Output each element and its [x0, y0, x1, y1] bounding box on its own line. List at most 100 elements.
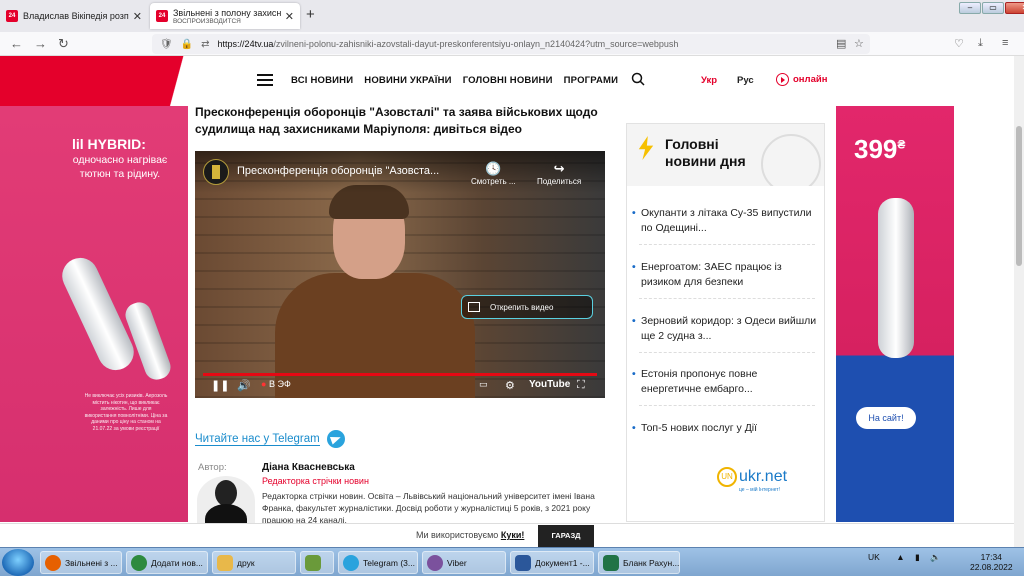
site-logo[interactable]: 24 КАНАЛ [0, 56, 248, 106]
system-clock[interactable]: 17:34 22.08.2022 [970, 552, 1013, 572]
telegram-icon [343, 554, 359, 571]
taskbar-item-word[interactable]: Документ1 -... [510, 551, 594, 574]
back-icon[interactable]: ← [10, 36, 23, 51]
url-path: /zvilneni-polonu-zahisniki-azovstali-day… [273, 39, 679, 49]
volume-icon[interactable]: 🔊 [237, 379, 251, 392]
news-watermark-logo [761, 134, 821, 186]
pip-icon [468, 302, 480, 312]
pause-icon[interactable]: ❚❚ [211, 379, 229, 392]
news-item[interactable]: Окупанти з літака Су-35 випустили по Оде… [632, 206, 817, 236]
menu-icon[interactable]: ≡ [1002, 37, 1008, 49]
taskbar-item-firefox[interactable]: Звільнені з ... [40, 551, 122, 574]
maximize-icon[interactable]: ▭ [982, 2, 1004, 14]
tab-wikipedia[interactable]: 24 Владислав Вікіпедія розповів ✕ [0, 3, 148, 29]
subtitles-icon[interactable]: ▭ [479, 379, 488, 390]
tab-close-icon[interactable]: ✕ [285, 10, 294, 23]
news-item[interactable]: Естонія пропонує повне енергетичне ембар… [632, 367, 817, 397]
live-dot-icon: ● [261, 379, 267, 389]
lang-ukr-link[interactable]: Укр [701, 75, 717, 86]
taskbar-item-telegram[interactable]: Telegram (3... [338, 551, 418, 574]
taskbar-item-viber[interactable]: Viber [422, 551, 506, 574]
ukrnet-logo[interactable]: UN ukr.net це – мій Інтернет! [717, 467, 787, 493]
logo-subtitle: КАНАЛ [191, 89, 218, 96]
lock-icon[interactable]: 🔒 [181, 39, 193, 50]
live-label[interactable]: В ЭФ [269, 379, 291, 389]
start-button[interactable] [2, 549, 34, 576]
reader-view-icon[interactable]: ▤ [836, 37, 846, 50]
reload-icon[interactable]: ↻ [58, 36, 69, 52]
cookie-accept-button[interactable]: ГАРАЗД [538, 525, 594, 547]
network-icon[interactable]: ▮ [915, 552, 920, 562]
menu-item-main-news[interactable]: ГОЛОВНІ НОВИНИ [463, 75, 553, 86]
telegram-icon [326, 430, 345, 448]
bookmark-star-icon[interactable]: ☆ [854, 37, 864, 50]
ad-price: 399₴ [854, 134, 906, 164]
forward-icon[interactable]: → [34, 36, 47, 51]
online-link[interactable]: онлайн [776, 73, 827, 86]
lang-rus-link[interactable]: Рус [737, 75, 754, 86]
tab-playing-label: ВОСПРОИЗВОДИТСЯ [173, 17, 241, 25]
ad-brand: lil HYBRID: [72, 136, 146, 152]
taskbar-item-app[interactable] [300, 551, 334, 574]
folder-icon [217, 554, 233, 571]
ad-banner-right[interactable]: 399₴ На сайт! [836, 106, 954, 522]
tray-chevron-icon[interactable]: ▲ [896, 552, 904, 562]
video-speaker [275, 185, 485, 398]
taskbar-item-folder[interactable]: друк [212, 551, 296, 574]
clock-icon: 🕓 [485, 161, 502, 176]
channel-avatar-icon[interactable] [203, 159, 229, 185]
news-item[interactable]: Зерновий коридор: з Одеси вийшли ще 2 су… [632, 314, 817, 344]
permissions-icon[interactable]: ⇄ [201, 39, 209, 50]
address-bar[interactable]: 🛡 🔒 ⇄ https://24tv.ua/zvilneni-polonu-za… [152, 34, 870, 54]
site-favicon-icon: 24 [156, 10, 168, 22]
language-indicator[interactable]: UK [868, 552, 880, 562]
news-item[interactable]: Енергоатом: ЗАЕС працює із ризиком для б… [632, 260, 817, 290]
taskbar-item-chrome[interactable]: Додати нов... [126, 551, 208, 574]
tab-article[interactable]: 24 Звільнені з полону захисники ВОСПРОИЗ… [150, 3, 300, 29]
browser-navbar: ← → ↻ 🛡 🔒 ⇄ https://24tv.ua/zvilneni-pol… [0, 32, 1024, 56]
menu-item-all-news[interactable]: ВСІ НОВИНИ [291, 75, 353, 86]
tab-close-icon[interactable]: ✕ [133, 10, 142, 23]
news-title: Головні новини дня [665, 136, 746, 169]
viber-icon [427, 554, 443, 571]
share-button[interactable]: ↪ Поделиться [537, 161, 581, 186]
telegram-link[interactable]: Читайте нас у Telegram [195, 430, 345, 448]
tab-title: Владислав Вікіпедія розповів [23, 11, 129, 21]
taskbar-item-excel[interactable]: Бланк Рахун... [598, 551, 680, 574]
system-tray: UK ▲ ▮ 🔈 [868, 552, 941, 563]
ad-banner-left[interactable]: lil HYBRID: одночасно нагріває тютюн та … [0, 106, 188, 522]
author-role: Редакторка стрічки новин [262, 476, 369, 486]
browser-tabbar: 24 Владислав Вікіпедія розповів ✕ 24 Зві… [0, 0, 1024, 32]
video-progress-bar[interactable] [203, 373, 597, 376]
window-controls: – ▭ ✕ [958, 2, 1024, 14]
fullscreen-icon[interactable]: ⛶ [577, 379, 585, 392]
video-title[interactable]: Пресконференція оборонців "Азовста... [237, 165, 439, 177]
hamburger-menu-icon[interactable] [257, 74, 273, 86]
search-icon[interactable] [631, 72, 645, 86]
pocket-icon[interactable]: ♡ [954, 37, 964, 50]
video-controls: ❚❚ 🔊 ● В ЭФ ▭ ⚙ YouTube ⛶ [195, 377, 605, 398]
volume-icon[interactable]: 🔈 [930, 552, 941, 562]
author-bio: Редакторка стрічки новин. Освіта – Львів… [262, 491, 595, 525]
pip-button[interactable]: Открепить видео [461, 295, 593, 319]
shield-icon[interactable]: 🛡 [160, 39, 173, 50]
minimize-icon[interactable]: – [959, 2, 981, 14]
page-scrollbar[interactable] [1014, 56, 1024, 547]
new-tab-button[interactable]: + [306, 6, 315, 23]
author-name[interactable]: Діана Квасневська [262, 462, 355, 473]
window-close-icon[interactable]: ✕ [1005, 2, 1024, 14]
watch-later-button[interactable]: 🕓 Смотреть ... [471, 161, 516, 186]
play-circle-icon [776, 73, 789, 86]
menu-item-programs[interactable]: ПРОГРАМИ [564, 75, 619, 86]
menu-item-ukraine-news[interactable]: НОВИНИ УКРАЇНИ [364, 75, 451, 86]
settings-gear-icon[interactable]: ⚙ [505, 379, 515, 392]
ad-cta-button[interactable]: На сайт! [856, 407, 916, 429]
author-label: Автор: [198, 462, 227, 473]
youtube-logo[interactable]: YouTube [529, 379, 570, 390]
logo-number: 24 [186, 60, 217, 90]
download-icon[interactable]: ⤓ [978, 37, 983, 50]
news-item[interactable]: Топ-5 нових послуг у Дії [632, 421, 817, 436]
video-player[interactable]: Пресконференція оборонців "Азовста... 🕓 С… [195, 151, 605, 398]
cookie-link[interactable]: Куки! [501, 530, 525, 540]
author-avatar [197, 476, 255, 526]
